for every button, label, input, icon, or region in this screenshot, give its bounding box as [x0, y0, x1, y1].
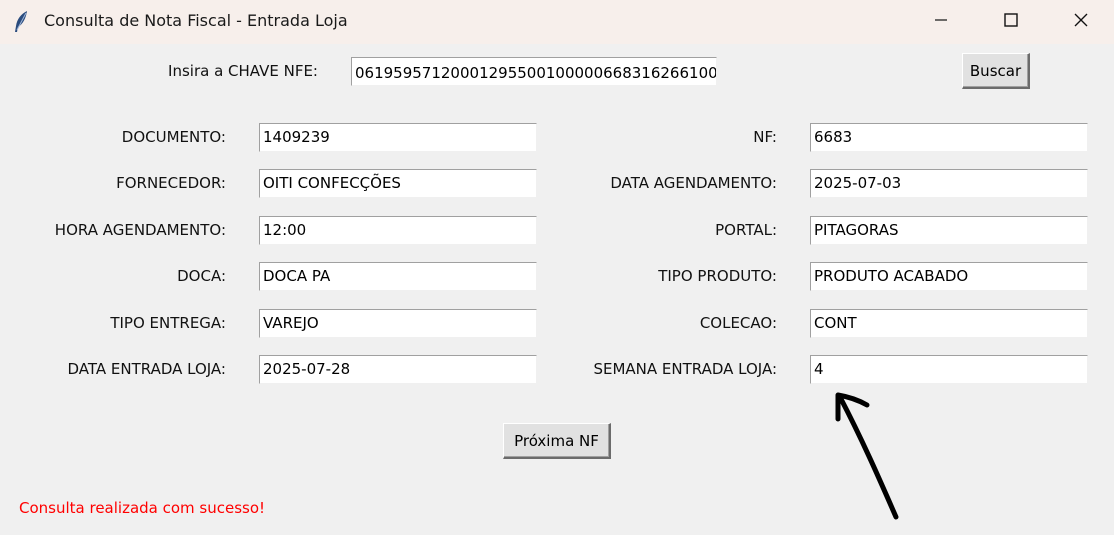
chave-nfe-label: Insira a CHAVE NFE: — [168, 62, 318, 80]
portal-field[interactable]: PITAGORAS — [810, 216, 1088, 245]
tipo-entrega-field[interactable]: VAREJO — [259, 309, 537, 338]
documento-field[interactable]: 1409239 — [259, 123, 537, 152]
minimize-button[interactable] — [918, 0, 964, 44]
app-window: Consulta de Nota Fiscal - Entrada Loja I… — [0, 0, 1114, 535]
data-entrada-loja-field[interactable]: 2025-07-28 — [259, 355, 537, 384]
hora-agendamento-label: HORA AGENDAMENTO: — [54, 221, 226, 239]
semana-entrada-loja-label: SEMANA ENTRADA LOJA: — [593, 360, 777, 378]
tipo-entrega-label: TIPO ENTREGA: — [110, 314, 226, 332]
colecao-field[interactable]: CONT — [810, 309, 1088, 338]
annotation-arrow-icon — [835, 392, 899, 520]
data-agendamento-field[interactable]: 2025-07-03 — [810, 169, 1088, 198]
minimize-icon — [933, 12, 949, 32]
chave-nfe-input[interactable]: 0619595712000129550010000066831626610011… — [351, 57, 717, 86]
data-entrada-loja-label: DATA ENTRADA LOJA: — [67, 360, 226, 378]
tipo-produto-field[interactable]: PRODUTO ACABADO — [810, 262, 1088, 291]
proxima-nf-button[interactable]: Próxima NF — [503, 423, 611, 459]
documento-label: DOCUMENTO: — [121, 128, 226, 146]
data-agendamento-label: DATA AGENDAMENTO: — [610, 174, 777, 192]
doca-field[interactable]: DOCA PA — [259, 262, 537, 291]
semana-entrada-loja-field[interactable]: 4 — [810, 355, 1088, 384]
nf-label: NF: — [753, 128, 777, 146]
nf-field[interactable]: 6683 — [810, 123, 1088, 152]
colecao-label: COLECAO: — [699, 314, 777, 332]
close-button[interactable] — [1058, 0, 1104, 44]
window-title: Consulta de Nota Fiscal - Entrada Loja — [44, 11, 348, 30]
status-message: Consulta realizada com sucesso! — [19, 499, 266, 517]
hora-agendamento-field[interactable]: 12:00 — [259, 216, 537, 245]
chave-nfe-value: 0619595712000129550010000066831626610011… — [355, 64, 717, 82]
fornecedor-field[interactable]: OITI CONFECÇÕES — [259, 169, 537, 198]
close-icon — [1073, 12, 1089, 32]
buscar-button[interactable]: Buscar — [962, 53, 1030, 89]
portal-label: PORTAL: — [715, 221, 777, 239]
maximize-button[interactable] — [988, 0, 1034, 44]
title-bar[interactable]: Consulta de Nota Fiscal - Entrada Loja — [0, 0, 1114, 44]
fornecedor-label: FORNECEDOR: — [116, 174, 226, 192]
maximize-icon — [1003, 12, 1019, 32]
tipo-produto-label: TIPO PRODUTO: — [658, 267, 777, 285]
feather-icon — [12, 10, 30, 34]
doca-label: DOCA: — [177, 267, 226, 285]
